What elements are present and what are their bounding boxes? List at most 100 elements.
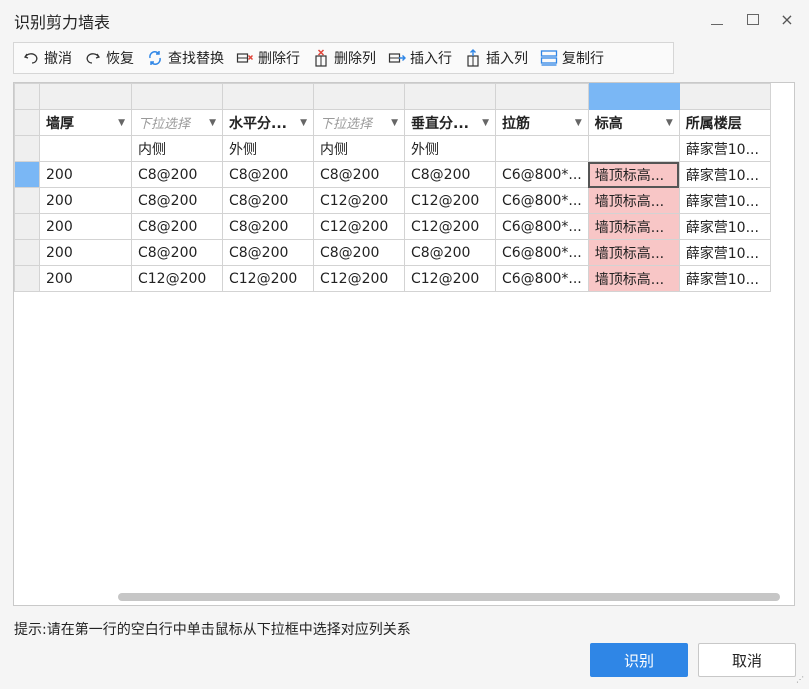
table-cell[interactable]: C6@800*... <box>495 213 589 240</box>
table-cell[interactable]: C8@200 <box>131 213 223 240</box>
subheader-cell[interactable]: 内侧 <box>313 135 405 162</box>
table-row: 200 C8@200 C8@200 C12@200 C12@200 C6@800*... 墙… <box>14 187 771 214</box>
table-cell[interactable]: C8@200 <box>131 187 223 214</box>
table-cell[interactable]: C12@200 <box>313 265 405 292</box>
subheader-cell[interactable] <box>39 135 132 162</box>
table-cell[interactable]: 200 <box>39 213 132 240</box>
table-cell[interactable]: C6@800*... <box>495 187 589 214</box>
field-select-cell[interactable]: 水平分... ▼ <box>222 109 314 136</box>
table-cell[interactable]: 薛家营10... <box>678 161 771 188</box>
find-replace-button[interactable]: 查找替换 <box>146 44 224 72</box>
table-cell[interactable]: C8@200 <box>313 239 405 266</box>
column-header[interactable] <box>39 83 132 110</box>
row-header[interactable] <box>14 161 40 188</box>
subheader-cell[interactable]: 外侧 <box>222 135 314 162</box>
table-cell[interactable]: C8@200 <box>404 161 496 188</box>
row-header[interactable] <box>14 109 40 136</box>
column-header[interactable] <box>131 83 223 110</box>
chevron-down-icon[interactable]: ▼ <box>391 118 398 128</box>
field-select-cell[interactable]: 垂直分... ▼ <box>404 109 496 136</box>
table-cell[interactable]: C8@200 <box>222 239 314 266</box>
chevron-down-icon[interactable]: ▼ <box>209 118 216 128</box>
table-cell[interactable]: C8@200 <box>404 239 496 266</box>
row-header[interactable] <box>14 213 40 240</box>
chevron-down-icon[interactable]: ▼ <box>482 118 489 128</box>
chevron-down-icon[interactable]: ▼ <box>666 118 673 128</box>
column-header[interactable] <box>313 83 405 110</box>
find-replace-icon <box>146 49 164 67</box>
row-header[interactable] <box>14 239 40 266</box>
field-select-cell[interactable]: 所属楼层 <box>678 109 771 136</box>
table-cell[interactable]: C12@200 <box>131 265 223 292</box>
row-header[interactable] <box>14 265 40 292</box>
table-cell[interactable]: 200 <box>39 187 132 214</box>
field-select-cell[interactable]: 下拉选择 ▼ <box>131 109 223 136</box>
redo-button[interactable]: 恢复 <box>84 44 134 72</box>
column-header-row <box>14 83 771 110</box>
copy-row-button[interactable]: 复制行 <box>540 44 604 72</box>
cancel-button[interactable]: 取消 <box>698 643 796 677</box>
subheader-cell[interactable]: 内侧 <box>131 135 223 162</box>
chevron-down-icon[interactable]: ▼ <box>118 118 125 128</box>
table-cell[interactable]: 墙顶标高... <box>587 161 680 188</box>
field-select-cell[interactable]: 墙厚 ▼ <box>39 109 132 136</box>
table-cell[interactable]: C6@800*... <box>495 239 589 266</box>
field-select-cell[interactable]: 拉筋 ▼ <box>495 109 589 136</box>
field-select-cell[interactable]: 标高 ▼ <box>587 109 680 136</box>
table-cell[interactable]: C8@200 <box>222 161 314 188</box>
table-cell[interactable]: 墙顶标高... <box>587 187 680 214</box>
corner-cell[interactable] <box>14 83 40 110</box>
table-cell[interactable]: 薛家营10... <box>678 239 771 266</box>
recognize-button[interactable]: 识别 <box>590 643 688 677</box>
column-header-selected[interactable] <box>587 83 680 110</box>
table-cell[interactable]: C8@200 <box>313 161 405 188</box>
table-cell[interactable]: 200 <box>39 265 132 292</box>
table-cell[interactable]: 墙顶标高... <box>587 239 680 266</box>
close-button[interactable]: × <box>776 8 798 30</box>
table-cell[interactable]: C12@200 <box>404 213 496 240</box>
delete-row-button[interactable]: 删除行 <box>236 44 300 72</box>
table-cell[interactable]: C8@200 <box>131 239 223 266</box>
table-grid[interactable]: 墙厚 ▼ 下拉选择 ▼ 水平分... ▼ 下拉选择 ▼ 垂直分... ▼ 拉筋 ▼ 标高 ▼ 所属楼层 内侧… <box>13 82 795 606</box>
table-cell[interactable]: C8@200 <box>131 161 223 188</box>
chevron-down-icon[interactable]: ▼ <box>300 118 307 128</box>
field-select-cell[interactable]: 下拉选择 ▼ <box>313 109 405 136</box>
row-header[interactable] <box>14 187 40 214</box>
table-cell[interactable]: C8@200 <box>222 213 314 240</box>
minimize-button[interactable] <box>706 8 728 30</box>
maximize-button[interactable] <box>742 8 764 30</box>
table-cell[interactable]: C12@200 <box>404 265 496 292</box>
subheader-cell[interactable] <box>587 135 680 162</box>
table-cell[interactable]: C6@800*... <box>495 265 589 292</box>
column-header[interactable] <box>404 83 496 110</box>
table-cell[interactable]: 200 <box>39 239 132 266</box>
redo-label: 恢复 <box>106 51 134 67</box>
table-cell[interactable]: C8@200 <box>222 187 314 214</box>
insert-row-button[interactable]: 插入行 <box>388 44 452 72</box>
subheader-cell[interactable]: 薛家营10... <box>678 135 771 162</box>
subheader-cell[interactable] <box>495 135 589 162</box>
table-cell[interactable]: 薛家营10... <box>678 187 771 214</box>
table-cell[interactable]: C6@800*... <box>495 161 589 188</box>
table-cell[interactable]: 墙顶标高... <box>587 265 680 292</box>
table-cell[interactable]: 薛家营10... <box>678 265 771 292</box>
table-cell[interactable]: C12@200 <box>222 265 314 292</box>
chevron-down-icon[interactable]: ▼ <box>575 118 582 128</box>
delete-col-button[interactable]: 删除列 <box>312 44 376 72</box>
column-header[interactable] <box>678 83 771 110</box>
undo-button[interactable]: 撤消 <box>22 44 72 72</box>
table-cell[interactable]: C12@200 <box>313 213 405 240</box>
subheader-cell[interactable]: 外侧 <box>404 135 496 162</box>
window-title: 识别剪力墙表 <box>14 13 111 32</box>
table-cell[interactable]: C12@200 <box>404 187 496 214</box>
table-cell[interactable]: C12@200 <box>313 187 405 214</box>
table-cell[interactable]: 墙顶标高... <box>587 213 680 240</box>
resize-grip-icon[interactable]: ⋰ <box>796 676 806 686</box>
horizontal-scrollbar[interactable] <box>118 593 780 601</box>
row-header[interactable] <box>14 135 40 162</box>
column-header[interactable] <box>495 83 589 110</box>
table-cell[interactable]: 薛家营10... <box>678 213 771 240</box>
table-cell[interactable]: 200 <box>39 161 132 188</box>
column-header[interactable] <box>222 83 314 110</box>
insert-col-button[interactable]: 插入列 <box>464 44 528 72</box>
